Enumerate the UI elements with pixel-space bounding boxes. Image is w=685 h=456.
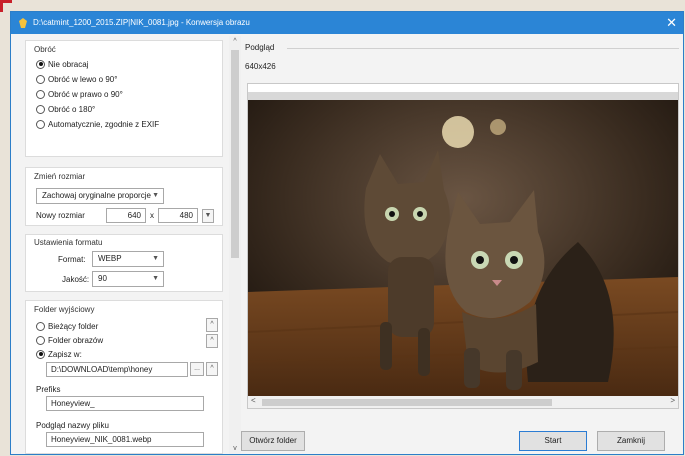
radio-label: Zapisz w: [48, 349, 82, 359]
quality-value: 90 [98, 274, 107, 283]
preview-horizontal-scrollbar[interactable]: < > [248, 396, 678, 408]
close-button[interactable]: Zamknij [597, 431, 665, 451]
scroll-up-button[interactable]: ^ [206, 318, 218, 332]
rotate-title: Obróć [34, 45, 56, 54]
output-title: Folder wyjściowy [34, 305, 95, 314]
rotate-option-180[interactable]: Obróć o 180° [36, 103, 95, 115]
height-input[interactable]: 480 [158, 208, 198, 223]
format-value: WEBP [98, 254, 122, 263]
browse-button[interactable]: ... [190, 362, 204, 376]
start-button[interactable]: Start [519, 431, 587, 451]
image-conversion-window: D:\catmint_1200_2015.ZIP|NIK_0081.jpg - … [10, 11, 684, 455]
radio-button[interactable] [36, 89, 45, 99]
radio-button[interactable] [36, 119, 45, 129]
cats-photo-preview [248, 92, 678, 396]
window-title: D:\catmint_1200_2015.ZIP|NIK_0081.jpg - … [33, 18, 250, 27]
settings-panel: Obróć Nie obracaj Obróć w lewo o 90° Obr… [13, 36, 229, 454]
radio-label: Bieżący folder [48, 321, 99, 331]
preview-dimensions: 640x426 [245, 62, 276, 71]
filename-preview-value: Honeyview_NIK_0081.webp [51, 435, 152, 444]
output-option-custom[interactable]: Zapisz w: [36, 348, 82, 360]
preview-panel: Podgląd 640x426 < > Otwórz folder Start … [241, 36, 685, 456]
format-group: Ustawienia formatu Format: WEBP ▼ Jakość… [25, 234, 223, 292]
rotate-option-exif[interactable]: Automatycznie, zgodnie z EXIF [36, 118, 159, 130]
format-label: Format: [58, 255, 86, 264]
output-path-value: D:\DOWNLOAD\temp\honey [51, 365, 153, 374]
radio-button[interactable] [36, 104, 45, 114]
rotate-group: Obróć Nie obracaj Obróć w lewo o 90° Obr… [25, 40, 223, 157]
resize-mode-value: Zachowaj oryginalne proporcje [42, 191, 151, 200]
format-select[interactable]: WEBP ▼ [92, 251, 164, 267]
filename-preview-field: Honeyview_NIK_0081.webp [46, 432, 204, 447]
rotate-option-none[interactable]: Nie obracaj [36, 58, 88, 70]
size-separator: x [150, 211, 154, 220]
resize-group: Zmień rozmiar Zachowaj oryginalne propor… [25, 167, 223, 226]
path-history-button[interactable]: ^ [206, 362, 218, 376]
title-bar: D:\catmint_1200_2015.ZIP|NIK_0081.jpg - … [11, 12, 683, 34]
scroll-left-arrow-icon[interactable]: < [251, 396, 256, 405]
scroll-down-button[interactable]: ^ [206, 334, 218, 348]
resize-mode-select[interactable]: Zachowaj oryginalne proporcje ▼ [36, 188, 164, 204]
radio-button[interactable] [36, 321, 45, 331]
prefix-input[interactable]: Honeyview_ [46, 396, 204, 411]
output-option-pictures[interactable]: Folder obrazów [36, 334, 103, 346]
filename-preview-label: Podgląd nazwy pliku [36, 421, 109, 430]
chevron-down-icon: ▼ [152, 192, 159, 199]
radio-button[interactable] [36, 349, 45, 359]
output-folder-group: Folder wyjściowy Bieżący folder Folder o… [25, 300, 223, 454]
radio-label: Obróć w lewo o 90° [48, 74, 118, 84]
radio-label: Automatycznie, zgodnie z EXIF [48, 119, 160, 129]
scroll-down-arrow-icon[interactable]: v [229, 445, 241, 452]
new-size-label: Nowy rozmiar [36, 211, 85, 220]
radio-button[interactable] [36, 74, 45, 84]
open-folder-button[interactable]: Otwórz folder [241, 431, 305, 451]
settings-scrollbar[interactable]: ^ v [229, 36, 241, 454]
scroll-right-arrow-icon[interactable]: > [670, 396, 675, 405]
chevron-down-icon: ▼ [152, 275, 159, 282]
close-icon[interactable]: ✕ [666, 15, 677, 31]
prefix-value: Honeyview_ [51, 399, 95, 408]
width-input[interactable]: 640 [106, 208, 146, 223]
prefix-label: Prefiks [36, 385, 61, 394]
chevron-down-icon: ▼ [152, 255, 159, 262]
width-value: 640 [127, 211, 141, 220]
radio-label: Folder obrazów [48, 335, 104, 345]
output-option-current[interactable]: Bieżący folder [36, 320, 98, 332]
radio-label: Nie obracaj [48, 59, 89, 69]
resize-title: Zmień rozmiar [34, 172, 86, 181]
scroll-up-arrow-icon[interactable]: ^ [229, 38, 241, 45]
preview-canvas: < > [247, 83, 679, 409]
preview-divider [287, 48, 679, 49]
preview-title: Podgląd [245, 43, 275, 52]
format-title: Ustawienia formatu [34, 238, 103, 247]
size-dropdown-button[interactable]: ▼ [202, 209, 214, 223]
quality-select[interactable]: 90 ▼ [92, 271, 164, 287]
output-path-input[interactable]: D:\DOWNLOAD\temp\honey [46, 362, 188, 377]
rotate-option-right[interactable]: Obróć w prawo o 90° [36, 88, 123, 100]
scrollbar-thumb[interactable] [231, 50, 239, 258]
radio-button[interactable] [36, 335, 45, 345]
rotate-option-left[interactable]: Obróć w lewo o 90° [36, 73, 117, 85]
honeyview-app-icon [19, 18, 27, 28]
annotation-line-vertical [0, 0, 3, 12]
radio-button[interactable] [36, 59, 45, 69]
horizontal-scrollbar-thumb[interactable] [262, 399, 552, 406]
height-value: 480 [179, 211, 193, 220]
radio-label: Obróć o 180° [48, 104, 96, 114]
radio-label: Obróć w prawo o 90° [48, 89, 123, 99]
quality-label: Jakość: [62, 275, 90, 284]
